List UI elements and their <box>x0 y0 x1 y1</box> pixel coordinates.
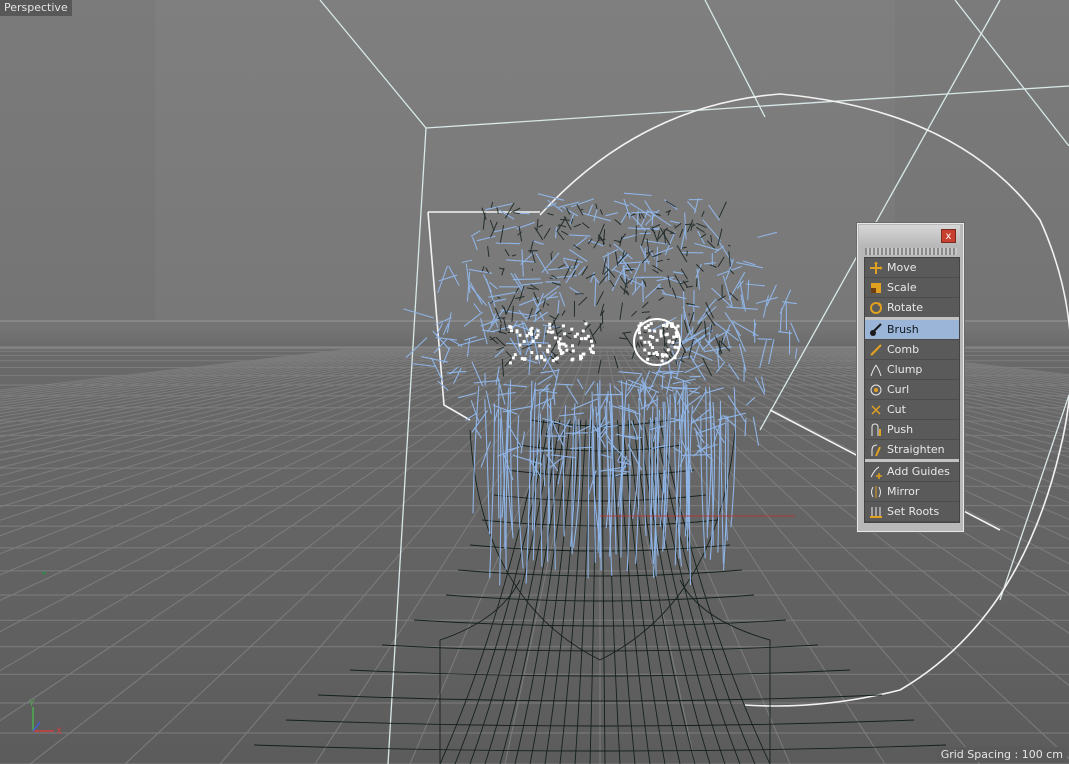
straighten-icon <box>865 440 887 459</box>
axis-y-label: Y <box>28 699 35 709</box>
palette-titlebar[interactable]: x <box>859 225 960 245</box>
tool-label: Curl <box>887 383 910 396</box>
viewport-label[interactable]: Perspective <box>0 0 72 16</box>
tool-label: Comb <box>887 343 920 356</box>
grid-spacing-readout: Grid Spacing : 100 cm <box>936 747 1067 762</box>
tool-set-roots[interactable]: Set Roots <box>865 502 959 522</box>
clump-icon <box>865 360 887 379</box>
tool-label: Move <box>887 261 917 274</box>
move-icon <box>865 258 887 277</box>
rotate-icon <box>865 298 887 317</box>
tool-rotate[interactable]: Rotate <box>865 298 959 320</box>
curl-icon <box>865 380 887 399</box>
set-roots-icon <box>865 502 887 521</box>
tool-curl[interactable]: Curl <box>865 380 959 400</box>
axis-gizmo: Y X <box>28 699 62 737</box>
tool-scale[interactable]: Scale <box>865 278 959 298</box>
tool-mirror[interactable]: Mirror <box>865 482 959 502</box>
add-guides-icon <box>865 462 887 481</box>
close-button[interactable]: x <box>941 229 956 243</box>
tool-label: Cut <box>887 403 906 416</box>
tool-comb[interactable]: Comb <box>865 340 959 360</box>
tool-add-guides[interactable]: Add Guides <box>865 462 959 482</box>
tool-label: Set Roots <box>887 505 940 518</box>
axis-x-label: X <box>56 727 62 737</box>
tool-label: Mirror <box>887 485 920 498</box>
tool-push[interactable]: Push <box>865 420 959 440</box>
tool-move[interactable]: Move <box>865 258 959 278</box>
tool-label: Rotate <box>887 301 924 314</box>
push-icon <box>865 420 887 439</box>
mirror-icon <box>865 482 887 501</box>
tool-label: Add Guides <box>887 465 950 478</box>
hair-tools-palette[interactable]: x Move Scale Rotate Brush Comb Clump Curl Cut Pu… <box>856 222 965 533</box>
background-panel <box>155 0 895 320</box>
tool-straighten[interactable]: Straighten <box>865 440 959 462</box>
tool-label: Straighten <box>887 443 945 456</box>
brush-icon <box>865 320 887 339</box>
comb-icon <box>865 340 887 359</box>
tool-brush[interactable]: Brush <box>865 320 959 340</box>
tool-label: Scale <box>887 281 917 294</box>
tool-label: Push <box>887 423 914 436</box>
tool-clump[interactable]: Clump <box>865 360 959 380</box>
palette-grip[interactable] <box>865 248 957 255</box>
scale-icon <box>865 278 887 297</box>
tool-label: Clump <box>887 363 923 376</box>
cut-icon <box>865 400 887 419</box>
perspective-viewport[interactable]: Y X Perspective Grid Spacing : 100 cm x … <box>0 0 1069 764</box>
object-marker <box>42 571 46 575</box>
tool-list: Move Scale Rotate Brush Comb Clump Curl Cut Push… <box>864 257 960 523</box>
tool-label: Brush <box>887 323 919 336</box>
tool-cut[interactable]: Cut <box>865 400 959 420</box>
